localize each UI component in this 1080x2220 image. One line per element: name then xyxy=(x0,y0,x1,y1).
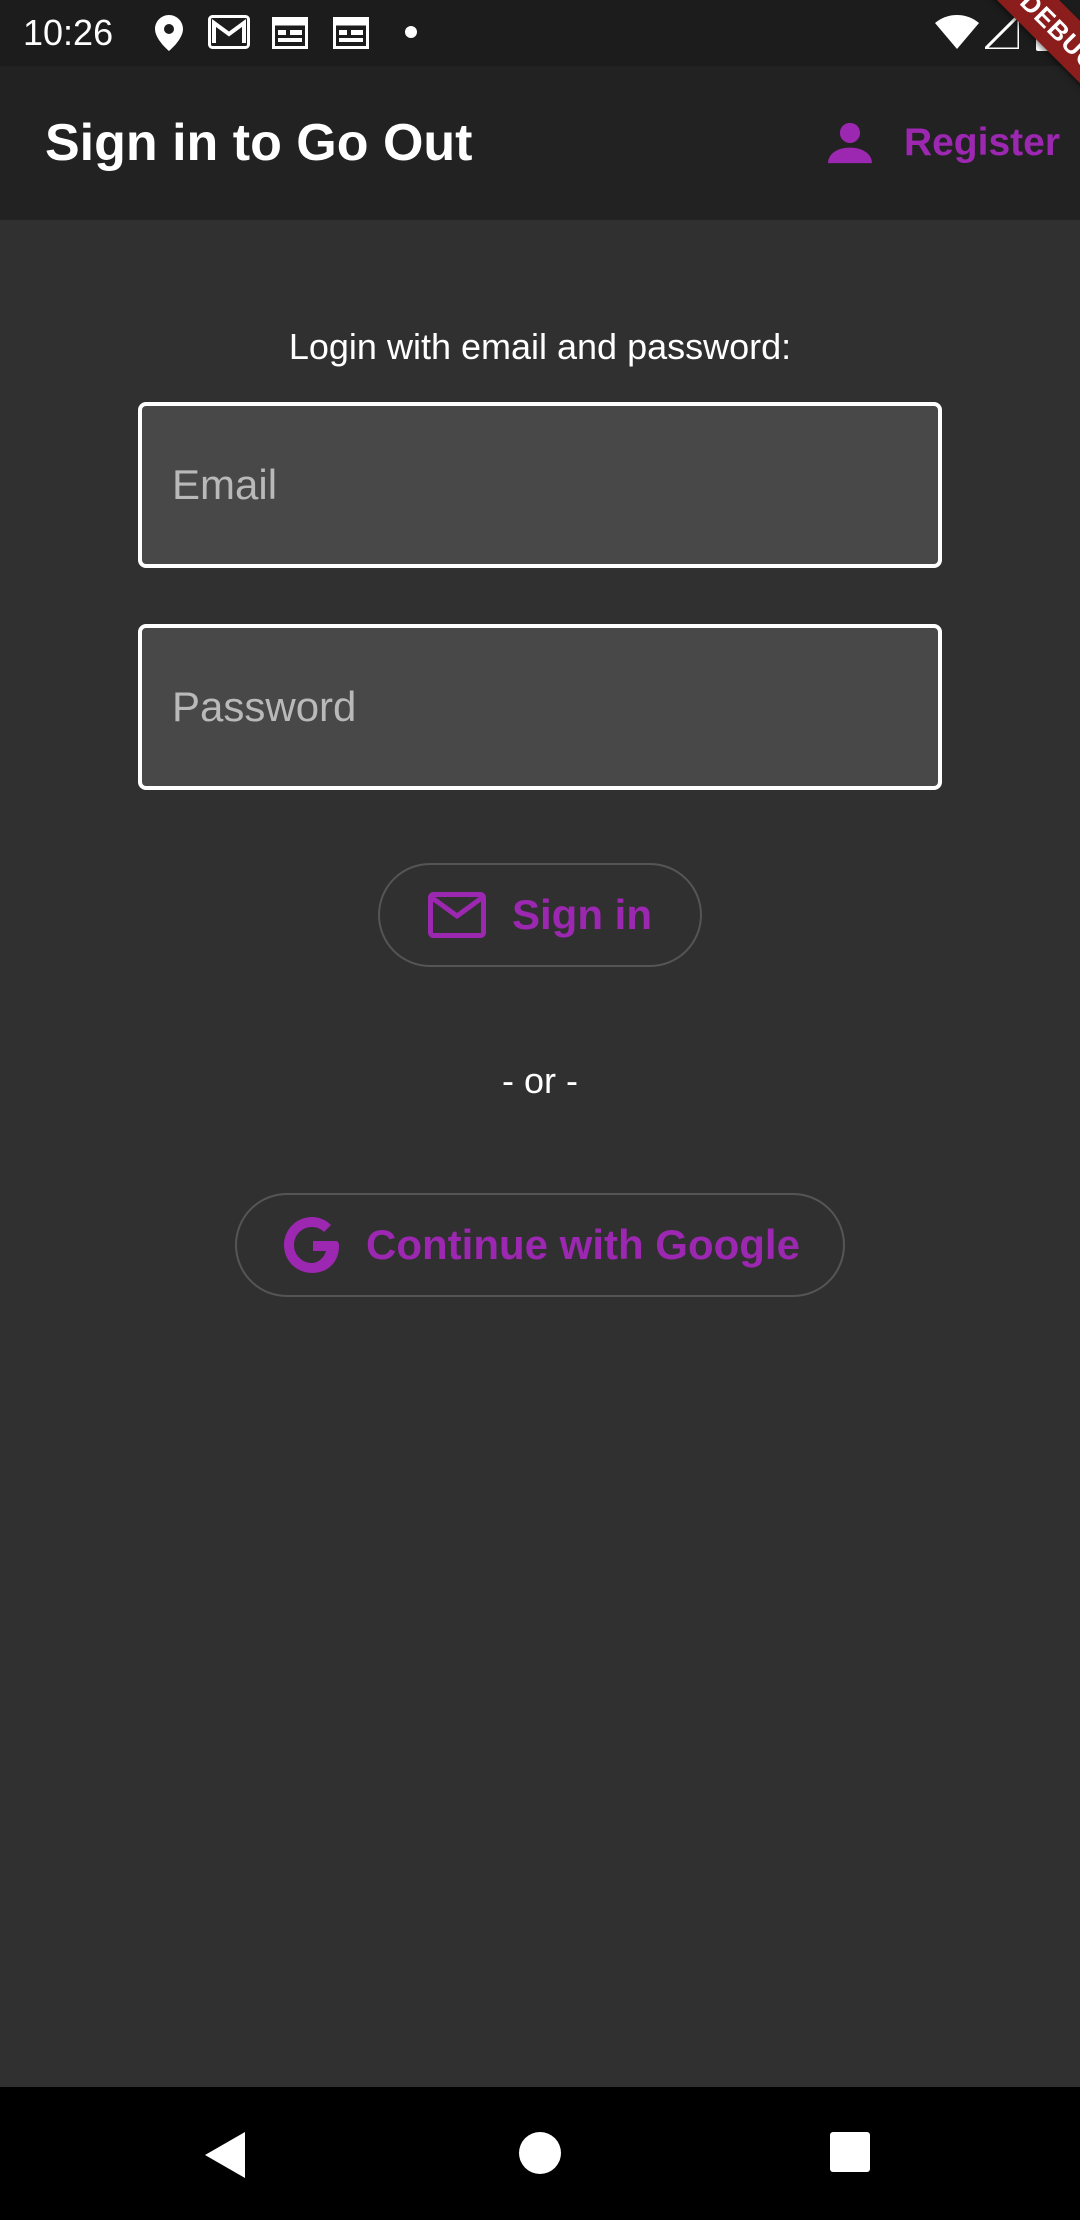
email-input[interactable] xyxy=(142,406,938,564)
password-field[interactable] xyxy=(138,624,942,790)
or-divider: - or - xyxy=(502,1060,578,1101)
signal-icon xyxy=(985,15,1019,49)
home-icon[interactable] xyxy=(519,2132,561,2179)
register-button[interactable]: Register xyxy=(820,110,1060,176)
password-input[interactable] xyxy=(142,628,938,786)
mail-icon xyxy=(428,892,486,938)
status-time: 10:26 xyxy=(23,12,114,53)
google-label: Continue with Google xyxy=(366,1221,800,1268)
wifi-icon xyxy=(935,15,979,49)
system-nav-bar xyxy=(0,2087,1080,2220)
location-icon xyxy=(155,15,183,51)
app-bar: Sign in to Go Out Register xyxy=(0,66,1080,220)
email-field[interactable] xyxy=(138,402,942,568)
google-sign-in-button[interactable]: Continue with Google xyxy=(235,1193,845,1297)
register-label: Register xyxy=(903,121,1060,164)
recents-icon[interactable] xyxy=(830,2132,870,2177)
calendar-icon xyxy=(333,15,369,49)
sign-in-label: Sign in xyxy=(512,891,652,938)
back-icon[interactable] xyxy=(205,2132,245,2183)
sign-in-button[interactable]: Sign in xyxy=(378,863,702,967)
person-icon xyxy=(828,122,872,164)
page-title: Sign in to Go Out xyxy=(45,114,473,172)
login-prompt: Login with email and password: xyxy=(288,326,792,367)
calendar-icon xyxy=(272,15,308,49)
status-bar: 10:26 xyxy=(0,0,1080,66)
gmail-icon xyxy=(208,15,250,49)
screen: 10:26 Sign in to Go Out Register DEBUG L… xyxy=(0,0,1080,2220)
google-icon xyxy=(284,1217,340,1273)
dot-icon xyxy=(405,26,417,38)
